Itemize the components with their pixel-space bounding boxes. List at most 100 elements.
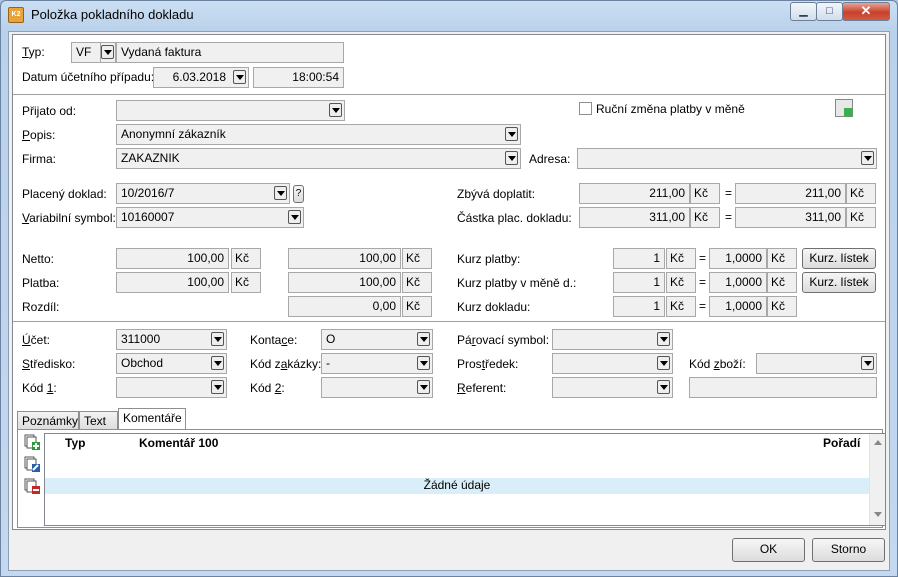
tab-poznamky[interactable]: Poznámky: [17, 411, 79, 431]
kod-zakazky-value: -: [326, 356, 330, 370]
equals-sign: =: [699, 299, 707, 313]
prijato-od-select[interactable]: [116, 100, 345, 121]
currency-label: Kč: [846, 207, 876, 228]
prostredek-select[interactable]: [552, 353, 673, 374]
column-header-poradi[interactable]: Pořadí: [823, 436, 860, 450]
placeny-doklad-select[interactable]: 10/2016/7: [116, 183, 290, 204]
ucet-value: 311000: [121, 332, 161, 346]
firma-label: Firma:: [22, 152, 56, 166]
column-header-komentar[interactable]: Komentář 100: [139, 436, 218, 450]
rozdil-field: 0,00: [288, 296, 401, 317]
scroll-down-arrow-icon[interactable]: [874, 512, 882, 517]
dialog-window: K2 Položka pokladního dokladu ▁ □ ✕ Typ:…: [0, 0, 898, 577]
zbyva-label: Zbývá doplatit:: [457, 187, 536, 201]
column-header-typ[interactable]: Typ: [65, 436, 85, 450]
app-icon: K2: [8, 7, 24, 23]
kod-zakazky-select[interactable]: -: [321, 353, 433, 374]
ucet-select[interactable]: 311000: [116, 329, 227, 350]
kurz-mene-qty: 1: [613, 272, 665, 293]
komentare-grid[interactable]: Typ Komentář 100 Pořadí Žádné údaje: [44, 433, 886, 526]
equals-sign: =: [699, 251, 707, 265]
placeny-help-button[interactable]: ?: [293, 185, 304, 203]
popis-label: Popis:: [22, 128, 56, 142]
platba-field: 100,00: [116, 272, 229, 293]
currency-label: Kč: [690, 183, 720, 204]
currency-label: Kč: [402, 248, 432, 269]
datum-field[interactable]: 6.03.2018: [153, 67, 249, 88]
tab-text[interactable]: Text: [79, 411, 118, 431]
minimize-button[interactable]: ▁: [790, 2, 817, 21]
equals-sign: =: [725, 186, 733, 200]
stredisko-select[interactable]: Obchod: [116, 353, 227, 374]
section-divider: [13, 94, 885, 95]
kod1-select[interactable]: [116, 377, 227, 398]
kod2-select[interactable]: [321, 377, 433, 398]
kontace-value: O: [326, 332, 336, 346]
currency-label: Kč: [402, 296, 432, 317]
ucet-label: Účet:: [22, 333, 51, 347]
kurz-listek-button-2[interactable]: Kurz. lístek: [802, 272, 876, 293]
adresa-select[interactable]: [577, 148, 877, 169]
stredisko-value: Obchod: [121, 356, 164, 370]
edit-record-icon[interactable]: [24, 456, 40, 472]
referent-name-field: [689, 377, 877, 398]
zbyva-field: 211,00: [579, 183, 690, 204]
kurz-listek-button[interactable]: Kurz. lístek: [802, 248, 876, 269]
grid-header: Typ Komentář 100 Pořadí: [45, 434, 869, 452]
currency-label: Kč: [767, 248, 797, 269]
datum-label: Datum účetního případu:: [22, 70, 155, 84]
kurz-dokladu-qty: 1: [613, 296, 665, 317]
empty-row: Žádné údaje: [45, 478, 869, 494]
netto-field: 100,00: [116, 248, 229, 269]
close-button[interactable]: ✕: [842, 2, 890, 21]
komentare-panel: Typ Komentář 100 Pořadí Žádné údaje: [17, 429, 886, 528]
firma-value: ZAKAZNIK: [121, 151, 180, 165]
cas-field[interactable]: 18:00:54: [253, 67, 344, 88]
kurz-mene-label: Kurz platby v měně d.:: [457, 276, 577, 290]
stredisko-label: Středisko:: [22, 357, 76, 371]
adresa-label: Adresa:: [529, 152, 571, 166]
parovaci-symbol-select[interactable]: [552, 329, 673, 350]
typ-code-field[interactable]: VF: [71, 42, 101, 63]
referent-label: Referent:: [457, 381, 507, 395]
platba-field-2: 100,00: [288, 272, 401, 293]
rucni-zmena-label: Ruční změna platby v měně: [596, 102, 745, 116]
ok-button[interactable]: OK: [732, 538, 805, 562]
firma-select[interactable]: ZAKAZNIK: [116, 148, 521, 169]
referent-select[interactable]: [552, 377, 673, 398]
netto-label: Netto:: [22, 252, 55, 266]
equals-sign: =: [699, 275, 707, 289]
scroll-up-arrow-icon[interactable]: [874, 440, 882, 445]
title-bar[interactable]: K2 Položka pokladního dokladu ▁ □ ✕: [1, 1, 897, 29]
add-record-icon[interactable]: [24, 434, 40, 450]
currency-label: Kč: [666, 248, 696, 269]
rucni-zmena-checkbox[interactable]: [579, 102, 592, 115]
vs-value: 10160007: [121, 210, 175, 224]
rozdil-label: Rozdíl:: [22, 300, 60, 314]
kod1-label: Kód 1:: [22, 381, 57, 395]
kod-zbozi-select[interactable]: [756, 353, 877, 374]
variabilni-symbol-select[interactable]: 10160007: [116, 207, 304, 228]
typ-label: Typ:: [22, 45, 45, 59]
tab-komentare[interactable]: Komentáře: [118, 408, 186, 431]
kod2-label: Kód 2:: [250, 381, 285, 395]
kurz-dokladu-rate: 1,0000: [709, 296, 767, 317]
grid-scrollbar[interactable]: [869, 434, 885, 525]
window-title: Položka pokladního dokladu: [31, 7, 194, 22]
storno-button[interactable]: Storno: [812, 538, 885, 562]
prostredek-label: Prostředek:: [457, 357, 519, 371]
delete-record-icon[interactable]: [24, 478, 40, 494]
currency-label: Kč: [402, 272, 432, 293]
zbyva-field-2: 211,00: [735, 183, 846, 204]
popis-select[interactable]: Anonymní zákazník: [116, 124, 521, 145]
kontace-select[interactable]: O: [321, 329, 433, 350]
typ-dropdown[interactable]: [100, 42, 116, 63]
status-indicator-icon: [835, 99, 853, 117]
popis-value: Anonymní zákazník: [121, 127, 226, 141]
currency-label: Kč: [231, 248, 261, 269]
kurz-mene-rate: 1,0000: [709, 272, 767, 293]
platba-label: Platba:: [22, 276, 60, 290]
placeny-value: 10/2016/7: [121, 186, 175, 200]
maximize-button[interactable]: □: [816, 2, 843, 21]
kontace-label: Kontace:: [250, 333, 298, 347]
